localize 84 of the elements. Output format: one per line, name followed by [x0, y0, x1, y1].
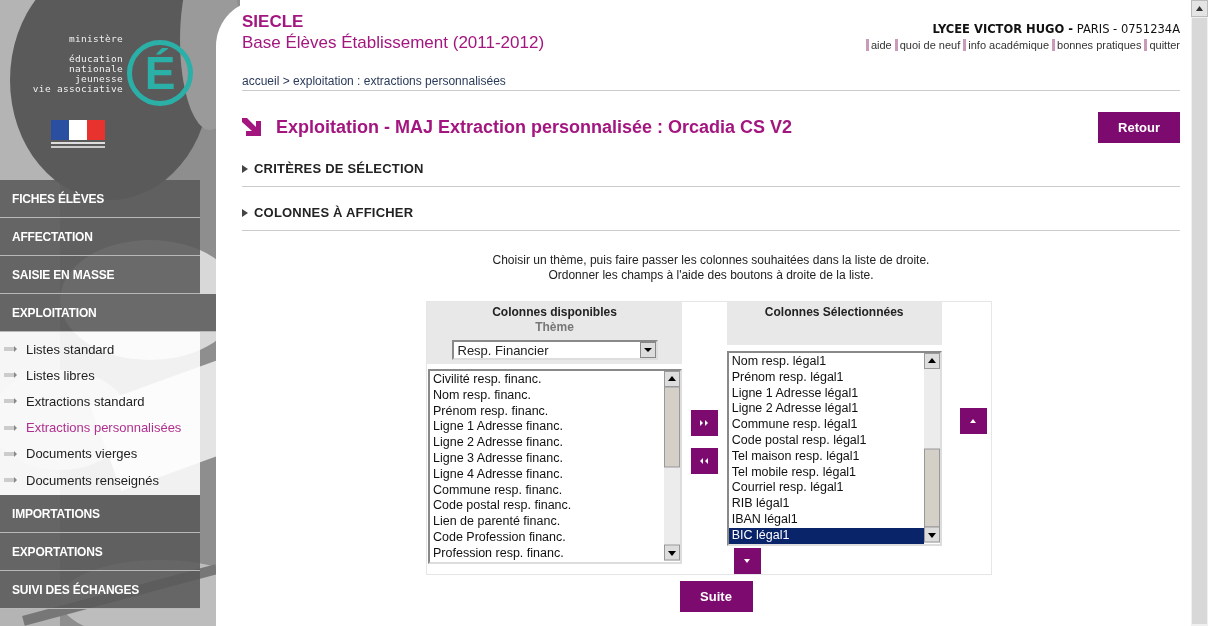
scrollbar[interactable]: [1191, 0, 1208, 626]
app-name: SIECLE: [242, 12, 305, 32]
menu-item[interactable]: EXPORTATIONS: [0, 533, 200, 572]
submenu-item[interactable]: Documents vierges: [0, 440, 200, 467]
header-link[interactable]: info académique: [963, 39, 1049, 51]
list-option[interactable]: Lien de parenté financ.: [430, 514, 664, 530]
bullet-icon: [4, 449, 18, 458]
double-arrow-left-icon: [698, 457, 711, 465]
list-option[interactable]: Code Profession financ.: [430, 529, 664, 546]
list-option[interactable]: Tel maison resp. légal1: [728, 448, 924, 465]
bullet-icon: [4, 476, 18, 485]
list-option[interactable]: Ligne 1 Adresse financ.: [430, 419, 664, 436]
move-down-button[interactable]: [733, 547, 761, 574]
panel-title: Colonnes disponibles: [492, 305, 617, 319]
list-option[interactable]: Nom resp. légal1: [728, 354, 924, 370]
list-option[interactable]: Code postal resp. financ.: [430, 498, 664, 515]
list-option[interactable]: Ligne 2 Adresse financ.: [430, 435, 664, 451]
bullet-icon: [4, 397, 18, 406]
submenu-item[interactable]: Extractions personnalisées: [0, 414, 200, 441]
header-link[interactable]: quoi de neuf: [894, 39, 961, 51]
menu-item[interactable]: EXPLOITATION: [0, 294, 216, 332]
scrollbar[interactable]: [664, 371, 680, 561]
header-link[interactable]: bonnes pratiques: [1052, 39, 1142, 51]
app-subtitle: Base Élèves Établissement (2011-2012): [242, 32, 545, 54]
back-button[interactable]: Retour: [1098, 111, 1180, 143]
theme-label: Thème: [535, 320, 574, 334]
double-arrow-right-icon: [698, 419, 711, 427]
list-option[interactable]: Ligne 3 Adresse financ.: [430, 451, 664, 467]
menu-item[interactable]: AFFECTATION: [0, 218, 200, 256]
section-header[interactable]: COLONNES À AFFICHER: [254, 205, 414, 220]
header-link[interactable]: aide: [865, 39, 892, 51]
list-option[interactable]: Nom resp. financ.: [430, 387, 664, 404]
list-option[interactable]: Commune resp. financ.: [430, 482, 664, 499]
arrow-icon: [242, 118, 264, 136]
theme-select[interactable]: Resp. Financier: [451, 340, 658, 360]
submenu-item[interactable]: Listes standard: [0, 336, 200, 363]
page-title: Exploitation - MAJ Extraction personnalisée : Orcadia CS V2: [276, 116, 794, 138]
menu-item[interactable]: SAISIE EN MASSE: [0, 256, 200, 294]
logo-text: nationale: [68, 64, 124, 74]
remove-button[interactable]: [690, 448, 718, 474]
selected-list[interactable]: [726, 351, 942, 546]
section-header[interactable]: CRITÈRES DE SÉLECTION: [254, 161, 424, 176]
school-info: LYCEE VICTOR HUGO - PARIS - 0751234A: [932, 22, 1180, 36]
instruction-text: Ordonner les champs à l'aide des boutons à droite de la liste.: [548, 268, 874, 283]
caret-icon: [242, 208, 248, 217]
logo-letter: É: [127, 40, 194, 106]
bullet-icon: [4, 423, 18, 432]
list-option[interactable]: Tel mobile resp. légal1: [728, 464, 924, 481]
continue-button[interactable]: Suite: [679, 581, 753, 612]
list-option[interactable]: Ligne 4 Adresse financ.: [430, 466, 664, 483]
submenu-item[interactable]: Documents renseignés: [0, 466, 200, 494]
scrollbar[interactable]: [923, 353, 940, 543]
add-button[interactable]: [690, 410, 718, 436]
logo-text: jeunesse: [75, 74, 124, 84]
logo-text: vie associative: [32, 84, 124, 94]
bullet-icon: [4, 345, 18, 354]
submenu-item[interactable]: Listes libres: [0, 362, 200, 389]
list-option[interactable]: Commune resp. légal1: [728, 417, 924, 433]
flag-icon: [51, 120, 105, 150]
list-option[interactable]: IBAN légal1: [728, 511, 924, 528]
breadcrumb: accueil > exploitation : extractions personnalisées: [242, 74, 1180, 91]
caret-icon: [242, 164, 248, 173]
logo-caption: ministère: [68, 34, 124, 44]
menu-item[interactable]: IMPORTATIONS: [0, 495, 200, 534]
instruction-text: Choisir un thème, puis faire passer les colonnes souhaitées dans la liste de droite.: [492, 253, 930, 268]
header-link[interactable]: quitter: [1144, 39, 1180, 51]
bullet-icon: [4, 371, 18, 380]
list-option[interactable]: Prénom resp. financ.: [430, 403, 664, 420]
logo-text: éducation: [68, 54, 124, 64]
menu-item[interactable]: FICHES ÉLÈVES: [0, 180, 200, 218]
list-option[interactable]: Ligne 2 Adresse légal1: [728, 401, 924, 418]
list-option[interactable]: RIB légal1: [728, 496, 924, 512]
submenu-item[interactable]: Extractions standard: [0, 388, 200, 415]
move-up-button[interactable]: [959, 408, 987, 434]
available-list[interactable]: [428, 369, 682, 564]
menu-item[interactable]: SUIVI DES ÉCHANGES: [0, 571, 200, 610]
list-option[interactable]: BIC légal1: [728, 527, 924, 544]
list-option[interactable]: Code postal resp. légal1: [728, 433, 924, 449]
list-option[interactable]: Profession resp. financ.: [430, 545, 664, 562]
list-option[interactable]: Ligne 1 Adresse légal1: [728, 385, 924, 402]
list-option[interactable]: Prénom resp. légal1: [728, 369, 924, 386]
panel-title: Colonnes Sélectionnées: [764, 305, 904, 319]
list-option[interactable]: Courriel resp. légal1: [728, 480, 924, 497]
list-option[interactable]: Civilité resp. financ.: [430, 372, 664, 388]
